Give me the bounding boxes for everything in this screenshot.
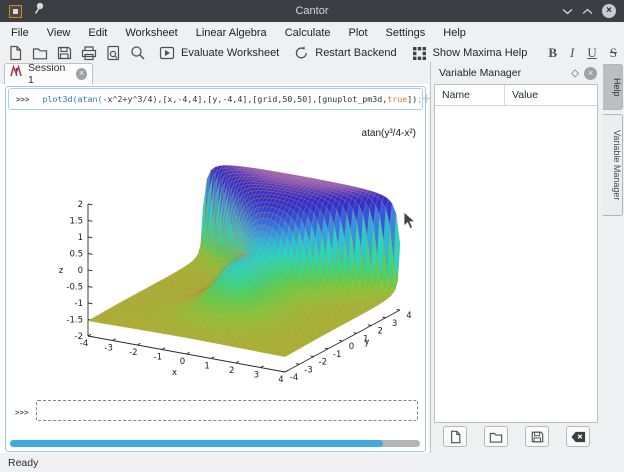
command-prompt: >>> — [16, 95, 30, 104]
menu-plot[interactable]: Plot — [340, 22, 377, 44]
side-tab-variable-manager[interactable]: Variable Manager — [603, 114, 623, 216]
side-dock-strip: Help Variable Manager — [602, 62, 624, 453]
command-code[interactable]: plot3d(atan(-x^2+y^3/4),[x,-4,4],[y,-4,4… — [43, 94, 423, 104]
open-worksheet-button[interactable] — [32, 45, 48, 61]
menubar: File View Edit Worksheet Linear Algebra … — [0, 22, 624, 44]
side-tab-help[interactable]: Help — [603, 64, 623, 110]
plot-title: atan(y³/4-x²) — [318, 128, 416, 139]
folder-icon — [32, 45, 48, 61]
progress-fill — [10, 440, 383, 447]
variable-manager-title: Variable Manager — [439, 67, 521, 79]
status-text: Ready — [8, 457, 38, 469]
print-preview-icon — [106, 45, 121, 61]
menu-calculate[interactable]: Calculate — [276, 22, 340, 44]
menu-worksheet[interactable]: Worksheet — [116, 22, 186, 44]
code-segment: atan( — [78, 94, 103, 104]
maximize-button[interactable] — [582, 2, 593, 20]
restart-backend-label: Restart Backend — [315, 47, 396, 59]
underline-button[interactable]: U — [587, 45, 596, 61]
close-button[interactable]: × — [602, 4, 616, 18]
variable-manager-buttons — [431, 426, 602, 447]
code-segment: ]) — [407, 94, 417, 104]
plot-canvas — [8, 112, 424, 400]
load-variables-button[interactable] — [484, 426, 508, 447]
new-document-icon — [8, 45, 23, 61]
tabbar: Session 1 × — [0, 62, 430, 84]
menu-help[interactable]: Help — [434, 22, 475, 44]
save-worksheet-button[interactable] — [57, 45, 72, 61]
new-entry-placeholder[interactable] — [36, 400, 418, 421]
bold-button[interactable]: B — [548, 45, 557, 61]
new-worksheet-button[interactable] — [8, 45, 23, 61]
printer-icon — [81, 45, 97, 61]
tab-close-icon[interactable]: × — [76, 68, 87, 80]
titlebar: Cantor × — [0, 0, 624, 22]
find-button[interactable] — [130, 45, 146, 61]
minimize-button[interactable] — [562, 2, 573, 20]
search-icon — [130, 45, 146, 61]
restart-backend-button[interactable]: Restart Backend — [294, 45, 396, 61]
menu-view[interactable]: View — [38, 22, 80, 44]
tab-session-label: Session 1 — [28, 62, 69, 86]
command-entry[interactable]: >>> plot3d(atan(-x^2+y^3/4),[x,-4,4],[y,… — [8, 88, 423, 110]
maxima-icon — [10, 65, 23, 83]
float-panel-icon[interactable]: ◇ — [571, 68, 579, 79]
variable-manager-header: Variable Manager ◇ × — [431, 62, 602, 84]
evaluate-icon — [159, 45, 175, 61]
evaluate-worksheet-button[interactable]: Evaluate Worksheet — [159, 45, 279, 61]
column-header-value[interactable]: Value — [504, 85, 597, 105]
print-button[interactable] — [81, 45, 97, 61]
print-preview-button[interactable] — [106, 45, 121, 61]
show-maxima-help-label: Show Maxima Help — [433, 47, 528, 59]
column-header-name[interactable]: Name — [435, 89, 504, 101]
panel-close-icon[interactable]: × — [584, 67, 597, 80]
window-title: Cantor — [0, 5, 624, 17]
variable-table: Name Value — [434, 84, 598, 423]
menu-file[interactable]: File — [2, 22, 38, 44]
mouse-cursor-icon — [403, 211, 416, 235]
restart-icon — [294, 45, 309, 61]
evaluate-worksheet-label: Evaluate Worksheet — [181, 47, 279, 59]
new-entry-prompt: >>> — [15, 408, 29, 417]
menu-linear-algebra[interactable]: Linear Algebra — [187, 22, 276, 44]
statusbar: Ready — [0, 453, 624, 472]
worksheet-area[interactable]: >>> plot3d(atan(-x^2+y^3/4),[x,-4,4],[y,… — [0, 84, 429, 453]
variable-manager-panel: Variable Manager ◇ × Name Value — [430, 62, 602, 453]
code-segment: -x^2+y^3/4),[x,-4,4],[y,-4,4],[grid,50,5… — [103, 94, 388, 104]
strikethrough-button[interactable]: S — [610, 45, 617, 61]
italic-button[interactable]: I — [570, 45, 574, 61]
save-icon — [57, 45, 72, 61]
tab-session-1[interactable]: Session 1 × — [4, 63, 93, 84]
save-variables-button[interactable] — [525, 426, 549, 447]
code-segment: plot3d( — [43, 94, 78, 104]
menu-settings[interactable]: Settings — [377, 22, 435, 44]
code-segment: true — [387, 94, 407, 104]
menu-edit[interactable]: Edit — [79, 22, 116, 44]
variable-table-header: Name Value — [435, 85, 597, 106]
show-maxima-help-button[interactable]: Show Maxima Help — [412, 46, 528, 61]
clear-variables-button[interactable] — [566, 426, 590, 447]
maxima-help-icon — [412, 46, 427, 61]
progress-bar — [10, 440, 420, 447]
new-variable-button[interactable] — [443, 426, 467, 447]
toolbar: Evaluate Worksheet Restart Backend Show … — [0, 44, 624, 62]
